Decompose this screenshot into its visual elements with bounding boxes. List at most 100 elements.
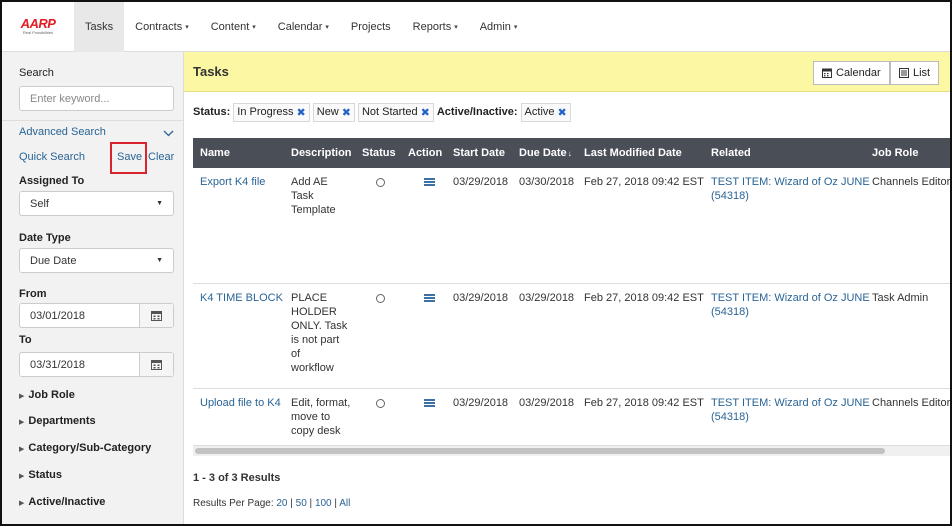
nav-item-admin[interactable]: Admin ▾: [469, 2, 529, 52]
description-line: move to: [291, 411, 331, 423]
filter-chip-label: Active: [524, 106, 555, 118]
collapsible-active-inactive[interactable]: ▶ Active/Inactive: [19, 496, 105, 508]
advanced-search-toggle[interactable]: Advanced Search: [19, 126, 106, 138]
main-content: Tasks Calendar List Status: In Progress ✖ N…: [184, 52, 950, 524]
related-line: TEST ITEM: Wizard of Oz JUNE: [711, 176, 870, 188]
assigned-to-label: Assigned To: [19, 175, 85, 187]
column-header-label: Related: [711, 147, 751, 159]
action-menu-icon[interactable]: [424, 399, 435, 407]
column-header-description[interactable]: Description: [291, 138, 352, 168]
collapsible-category-sub-category[interactable]: ▶ Category/Sub-Category: [19, 442, 151, 454]
rpp-option-20[interactable]: 20: [276, 498, 287, 509]
calendar-view-button[interactable]: Calendar: [813, 61, 890, 85]
horizontal-scrollbar[interactable]: [193, 446, 950, 456]
nav-item-calendar[interactable]: Calendar ▾: [267, 2, 340, 52]
table-header: Name Description Status Action Start Date Due…: [193, 138, 950, 168]
collapsible-label: Job Role: [28, 389, 75, 401]
search-input[interactable]: Enter keyword...: [19, 86, 174, 111]
column-header-label: Start Date: [453, 147, 505, 159]
description-line: Task: [291, 190, 314, 202]
rpp-option-all[interactable]: All: [339, 498, 350, 509]
collapsible-status[interactable]: ▶ Status: [19, 469, 62, 481]
filter-chip[interactable]: In Progress ✖: [233, 102, 310, 122]
remove-icon[interactable]: ✖: [342, 106, 351, 119]
start-date: 03/29/2018: [453, 292, 509, 304]
nav-item-reports[interactable]: Reports ▾: [402, 2, 469, 52]
date-type-select[interactable]: Due Date ▼: [19, 248, 174, 273]
app-frame: AARP Real Possibilities Tasks Contracts ▾ C…: [0, 0, 952, 526]
action-menu-icon[interactable]: [424, 294, 435, 302]
to-date-field[interactable]: 03/31/2018: [19, 352, 174, 377]
last-modified-date: Feb 27, 2018 09:42 EST: [584, 397, 704, 409]
date-type-label: Date Type: [19, 232, 71, 244]
calendar-icon[interactable]: [139, 353, 173, 376]
column-header-name[interactable]: Name: [200, 138, 230, 168]
action-menu-icon[interactable]: [424, 178, 435, 186]
collapsible-departments[interactable]: ▶ Departments: [19, 415, 96, 427]
nav-item-label: Calendar: [277, 20, 323, 33]
table-row[interactable]: Export K4 file Add AE Task Template 03/29/20…: [193, 168, 950, 284]
column-header-start-date[interactable]: Start Date: [453, 138, 505, 168]
table-row[interactable]: K4 TIME BLOCK PLACE HOLDER ONLY. Task is not…: [193, 284, 950, 389]
list-view-button[interactable]: List: [890, 61, 940, 85]
column-header-action[interactable]: Action: [408, 138, 442, 168]
column-header-due-date[interactable]: Due Date ↓: [519, 138, 572, 168]
nav-menu: Tasks Contracts ▾ Content ▾ Calendar ▾ Projects…: [74, 2, 528, 52]
caret-right-icon: ▶: [19, 500, 25, 507]
caret-right-icon: ▶: [19, 393, 25, 400]
column-header-label: Last Modified Date: [584, 147, 682, 159]
rpp-option-50[interactable]: 50: [296, 498, 307, 509]
to-label: To: [19, 334, 32, 346]
job-role: Task Admin: [872, 292, 929, 304]
scrollbar-thumb[interactable]: [195, 448, 885, 454]
related-line: (54318): [711, 411, 749, 423]
filter-chip[interactable]: New ✖: [312, 102, 355, 122]
description-line: ONLY. Task: [291, 320, 348, 332]
related-item-link[interactable]: TEST ITEM: Wizard of Oz JUNE (54318): [711, 175, 870, 203]
rpp-option-100[interactable]: 100: [315, 498, 332, 509]
nav-item-content[interactable]: Content ▾: [200, 2, 267, 52]
due-date: 03/30/2018: [519, 176, 575, 188]
divider: [2, 120, 184, 121]
column-header-label: Action: [408, 147, 443, 159]
remove-icon[interactable]: ✖: [558, 106, 567, 119]
top-nav: AARP Real Possibilities Tasks Contracts ▾ C…: [2, 2, 950, 52]
task-name-link[interactable]: K4 TIME BLOCK: [200, 291, 283, 305]
collapsible-label: Active/Inactive: [28, 496, 106, 508]
related-item-link[interactable]: TEST ITEM: Wizard of Oz JUNE (54318): [711, 291, 870, 319]
aarp-logo[interactable]: AARP Real Possibilities: [2, 2, 74, 52]
related-item-link[interactable]: TEST ITEM: Wizard of Oz JUNE (54318): [711, 396, 870, 424]
logo-text: AARP: [20, 16, 56, 31]
nav-item-label: Content: [210, 20, 250, 33]
chevron-down-icon[interactable]: [163, 130, 174, 137]
column-header-related[interactable]: Related: [711, 138, 751, 168]
column-header-status[interactable]: Status: [362, 138, 396, 168]
remove-icon[interactable]: ✖: [421, 106, 430, 119]
calendar-icon[interactable]: [139, 304, 173, 327]
description-line: Add AE: [291, 176, 328, 188]
from-date-field[interactable]: 03/01/2018: [19, 303, 174, 328]
clear-button[interactable]: Clear: [148, 151, 174, 163]
filter-chip[interactable]: Active ✖: [520, 102, 571, 122]
remove-icon[interactable]: ✖: [297, 106, 306, 119]
description-line: Edit, format,: [291, 397, 351, 409]
quick-search-link[interactable]: Quick Search: [19, 151, 85, 163]
column-header-label: Name: [200, 147, 230, 159]
nav-item-contracts[interactable]: Contracts ▾: [124, 2, 200, 52]
status-circle-icon: [376, 399, 385, 408]
status-circle-icon: [376, 294, 385, 303]
column-header-last-modified-date[interactable]: Last Modified Date: [584, 138, 682, 168]
task-name-link[interactable]: Export K4 file: [200, 175, 265, 189]
caret-down-icon: ▾: [252, 23, 256, 31]
nav-item-projects[interactable]: Projects: [340, 2, 402, 52]
task-name-link[interactable]: Upload file to K4: [200, 396, 281, 410]
nav-item-tasks[interactable]: Tasks: [74, 2, 125, 52]
table-row[interactable]: Upload file to K4 Edit, format, move to cop…: [193, 389, 950, 446]
nav-item-label: Projects: [350, 20, 391, 33]
filter-chip[interactable]: Not Started ✖: [357, 102, 434, 122]
assigned-to-select[interactable]: Self ▼: [19, 191, 174, 216]
date-type-value: Due Date: [30, 254, 77, 267]
collapsible-job-role[interactable]: ▶ Job Role: [19, 389, 75, 401]
description-line: copy desk: [291, 425, 341, 437]
column-header-job-role[interactable]: Job Role: [872, 138, 918, 168]
